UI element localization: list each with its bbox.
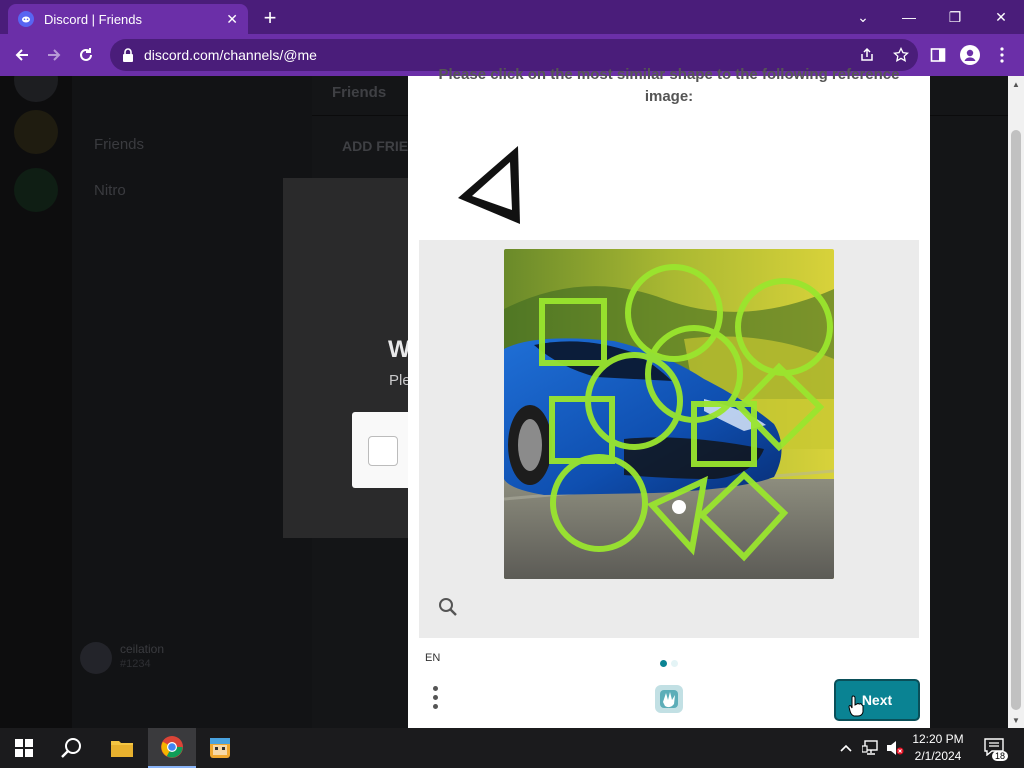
profile-avatar-icon[interactable] xyxy=(958,43,982,67)
windows-taskbar: 12:20 PM 2/1/2024 18 xyxy=(0,728,1024,768)
discord-favicon-icon xyxy=(18,11,34,27)
search-button[interactable] xyxy=(48,728,96,768)
folder-icon xyxy=(111,741,133,757)
chevron-up-icon xyxy=(840,744,852,752)
volume-tray-button[interactable] xyxy=(884,728,906,768)
user-panel: ceilation #1234 xyxy=(80,638,320,678)
close-window-button[interactable]: ✕ xyxy=(978,0,1024,34)
page-scrollbar[interactable]: ▲ ▼ xyxy=(1008,76,1024,728)
scroll-thumb[interactable] xyxy=(1011,130,1021,710)
language-selector[interactable]: EN xyxy=(425,652,440,664)
show-hidden-icons-button[interactable] xyxy=(836,728,856,768)
user-tag: #1234 xyxy=(120,658,151,670)
avatar xyxy=(80,642,112,674)
file-explorer-button[interactable] xyxy=(98,728,146,768)
page-indicator xyxy=(660,654,682,672)
zoom-magnifier-icon[interactable] xyxy=(437,596,459,618)
search-icon xyxy=(61,738,81,758)
scroll-down-arrow-icon[interactable]: ▼ xyxy=(1008,712,1024,728)
tab-search-chevron-icon[interactable]: ⌄ xyxy=(840,0,886,34)
page-dot-active xyxy=(660,660,667,667)
captcha-checkbox[interactable] xyxy=(368,436,398,466)
friends-header-title: Friends xyxy=(332,84,387,101)
app-taskbar-button[interactable] xyxy=(196,728,244,768)
add-server-icon xyxy=(14,168,58,212)
scroll-up-arrow-icon[interactable]: ▲ xyxy=(1008,76,1024,92)
app-cube-icon xyxy=(210,738,230,758)
taskbar-clock[interactable]: 12:20 PM 2/1/2024 xyxy=(906,731,970,765)
start-button[interactable] xyxy=(0,728,48,768)
new-tab-button[interactable]: + xyxy=(258,5,282,31)
network-icon xyxy=(862,740,878,755)
tab-close-icon[interactable]: ✕ xyxy=(226,11,238,28)
restore-button[interactable]: ❐ xyxy=(932,0,978,34)
channel-sidebar: Friends Nitro xyxy=(72,76,312,728)
back-button[interactable] xyxy=(10,43,34,67)
hcaptcha-logo-icon xyxy=(655,685,683,713)
guild-sidebar xyxy=(0,76,72,728)
next-button[interactable]: Next xyxy=(834,679,920,721)
challenge-panel xyxy=(419,240,919,638)
minimize-button[interactable]: — xyxy=(886,0,932,34)
hand-cursor-icon xyxy=(848,695,864,717)
tab-discord[interactable]: Discord | Friends ✕ xyxy=(8,4,248,34)
network-tray-button[interactable] xyxy=(860,728,882,768)
volume-muted-icon xyxy=(887,741,904,755)
url-text: discord.com/channels/@me xyxy=(144,47,317,63)
reload-icon xyxy=(80,48,92,61)
car-with-shapes-image xyxy=(504,249,834,579)
chrome-icon xyxy=(161,736,183,758)
reference-triangle-icon xyxy=(458,146,520,224)
discord-verify-modal: W Ple xyxy=(283,178,432,538)
tab-title: Discord | Friends xyxy=(44,11,143,27)
page-dot xyxy=(671,660,678,667)
username: ceilation xyxy=(120,642,165,656)
captcha-menu-icon[interactable] xyxy=(430,686,440,714)
notification-center-button[interactable]: 18 xyxy=(984,738,1008,761)
back-arrow-icon xyxy=(15,49,28,61)
sidebar-item-friends: Friends xyxy=(94,136,145,153)
browser-menu-icon[interactable] xyxy=(990,43,1014,67)
sidebar-item-nitro: Nitro xyxy=(94,182,126,199)
challenge-image[interactable] xyxy=(504,249,834,579)
clock-date: 2/1/2024 xyxy=(914,749,962,763)
clock-time: 12:20 PM xyxy=(912,732,964,746)
reload-button[interactable] xyxy=(74,43,98,67)
chrome-taskbar-button[interactable] xyxy=(148,728,196,768)
windows-logo-icon xyxy=(15,739,33,757)
forward-arrow-icon xyxy=(48,49,61,61)
hcaptcha-challenge: Please click on the most similar shape t… xyxy=(408,66,930,728)
forward-button[interactable] xyxy=(42,43,66,67)
side-panel-icon[interactable] xyxy=(926,43,950,67)
guild-home-icon xyxy=(14,76,58,102)
browser-tabbar: Discord | Friends ✕ + ⌄ — ❐ ✕ xyxy=(0,0,1024,34)
guild-icon xyxy=(14,110,58,154)
notification-count-badge: 18 xyxy=(991,751,1008,761)
lock-icon xyxy=(123,48,133,62)
challenge-prompt: Please click on the most similar shape t… xyxy=(438,66,900,105)
